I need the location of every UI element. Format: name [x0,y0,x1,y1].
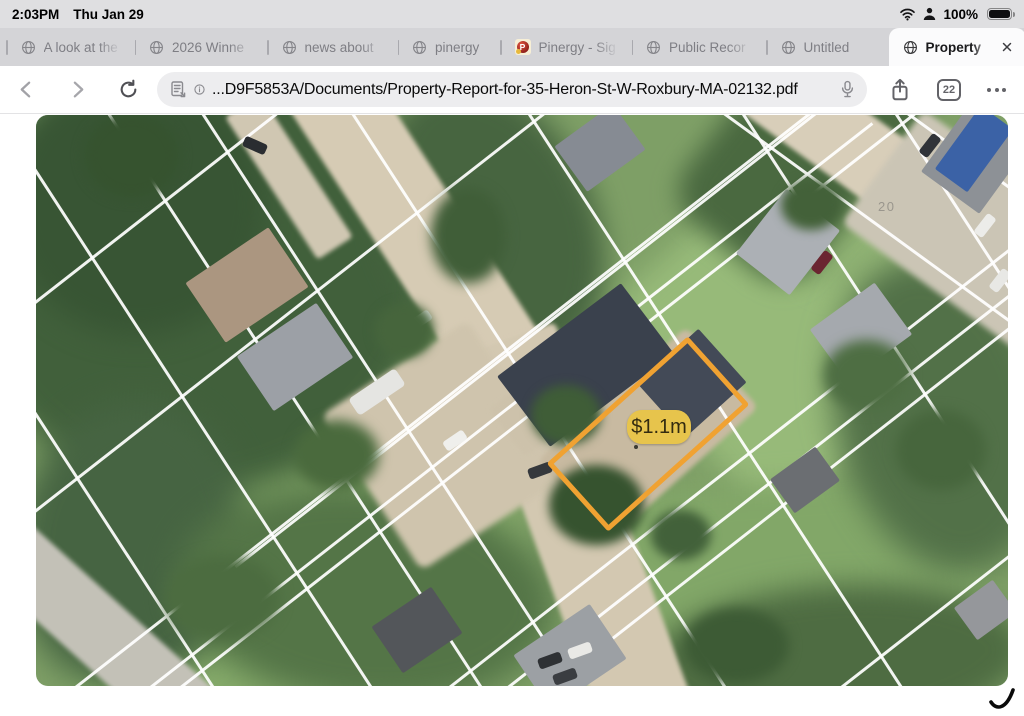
tab-2026-winne[interactable]: 2026 Winne [136,28,267,66]
tab-property-active[interactable]: Property [889,28,1024,66]
close-tab-icon[interactable] [1000,40,1014,54]
pdf-page: 20 $1.1m [0,114,1024,716]
pinergy-favicon: P [515,39,531,55]
tab-public-recor[interactable]: Public Recor [633,28,766,66]
tab-label: news about [305,40,385,55]
tab-a-look-at-the[interactable]: A look at the [8,28,135,66]
map-overlay: 20 $1.1m [36,115,1008,686]
forward-button[interactable] [67,79,88,100]
tab-strip: A look at the 2026 Winne news about pine… [0,28,1024,66]
globe-icon [21,40,36,55]
back-button[interactable] [16,79,37,100]
globe-icon [781,40,796,55]
handwritten-arc-mark [986,684,1022,716]
reload-button[interactable] [118,79,139,100]
url-text: ...D9F5853A/Documents/Property-Report-fo… [212,81,833,99]
tab-count: 22 [943,84,955,96]
address-bar[interactable]: ...D9F5853A/Documents/Property-Report-fo… [157,72,867,107]
tab-label: Public Recor [669,40,753,55]
tab-untitled[interactable]: Untitled [768,28,869,66]
tab-label: Untitled [804,40,856,55]
clock: 2:03PM [12,7,59,22]
satellite-map[interactable]: 20 $1.1m [36,115,1008,686]
tab-label: Pinergy - Sig [539,40,619,55]
share-button[interactable] [889,78,911,102]
info-icon [194,84,205,95]
pdf-document-icon [169,80,187,99]
tab-label: 2026 Winne [172,40,254,55]
microphone-icon[interactable] [840,80,855,99]
tab-label: A look at the [44,40,122,55]
tabs-overview-button[interactable]: 22 [937,79,961,101]
tab-news-about[interactable]: news about [269,28,398,66]
globe-icon [282,40,297,55]
tab-label: Property [926,40,992,55]
tab-label: pinergy [435,40,487,55]
imagery-watermark: 20 [878,199,895,214]
more-options-button[interactable] [987,88,1006,92]
wifi-icon [899,7,916,21]
person-icon [923,7,936,21]
tab-pinergy[interactable]: pinergy [399,28,500,66]
price-marker-dot [634,445,638,449]
status-bar: 2:03PM Thu Jan 29 100% [0,0,1024,28]
globe-icon [903,40,918,55]
date: Thu Jan 29 [73,7,144,22]
tab-pinergy-sig[interactable]: P Pinergy - Sig [502,28,632,66]
battery-percent: 100% [943,7,978,22]
browser-toolbar: ...D9F5853A/Documents/Property-Report-fo… [0,66,1024,114]
globe-icon [646,40,661,55]
price-label: $1.1m [627,410,691,444]
globe-icon [149,40,164,55]
globe-icon [412,40,427,55]
battery-icon [987,8,1012,21]
